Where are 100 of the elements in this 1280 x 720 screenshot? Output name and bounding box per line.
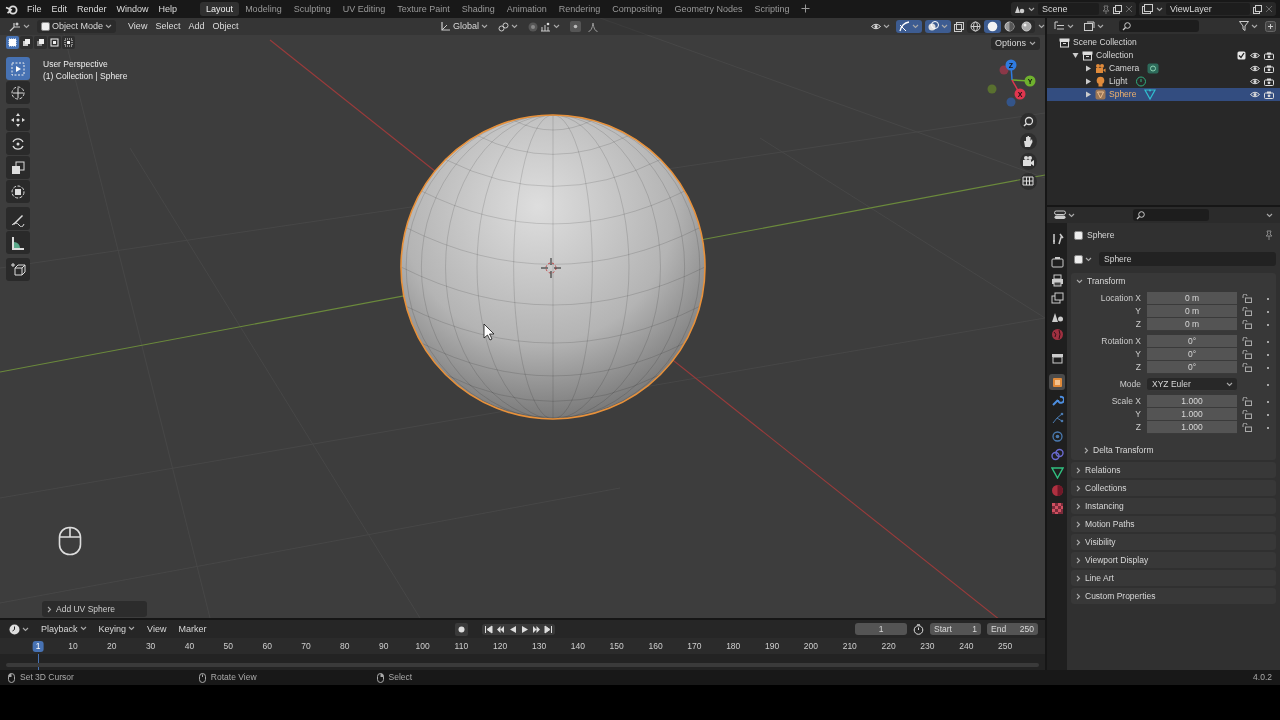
number-field[interactable]: 1.000 [1147, 408, 1237, 421]
outliner-row[interactable]: Scene Collection [1047, 36, 1280, 49]
workspace-tab[interactable]: UV Editing [336, 1, 392, 17]
name-field[interactable]: Sphere [1099, 252, 1276, 266]
hand-icon[interactable] [1020, 133, 1037, 150]
new-collection-icon[interactable] [1265, 20, 1276, 32]
view-layer-selector-name[interactable]: ViewLayer [1166, 3, 1250, 15]
shading-button[interactable] [1001, 20, 1018, 33]
last-operator-panel[interactable]: Add UV Sphere [42, 601, 147, 617]
menu-item[interactable]: Marker [175, 622, 210, 636]
workspace-tab[interactable]: Texture Paint [391, 1, 456, 17]
copy-icon[interactable] [1253, 4, 1262, 14]
zoom-icon[interactable] [1020, 113, 1037, 130]
panel-header[interactable]: Motion Paths [1071, 516, 1276, 532]
play-reverse-icon[interactable] [508, 624, 517, 634]
number-field[interactable]: 0° [1147, 335, 1237, 348]
menu-item[interactable]: Select [151, 21, 185, 32]
outliner-row[interactable]: Light [1047, 75, 1280, 88]
number-field[interactable]: 0 m [1147, 292, 1237, 305]
collapse-arrow-icon[interactable] [1085, 78, 1092, 85]
camera-icon[interactable] [1264, 51, 1274, 60]
scene-selector-name[interactable]: Scene [1038, 3, 1099, 15]
menu-dropdown[interactable]: Playback [38, 622, 90, 636]
lock-icon[interactable] [1242, 294, 1252, 303]
proportional-edit-button[interactable] [567, 20, 584, 33]
current-frame-field[interactable]: 1 [855, 623, 907, 635]
properties-tab[interactable] [1049, 464, 1065, 480]
panel-header[interactable]: Collections [1071, 480, 1276, 496]
number-field[interactable]: 1.000 [1147, 421, 1237, 434]
lock-icon[interactable] [1242, 307, 1252, 316]
camera-icon[interactable] [1264, 90, 1274, 99]
lock-icon[interactable] [1242, 350, 1252, 359]
overlay-dropdown[interactable] [925, 20, 951, 33]
menu-dropdown[interactable]: Keying [95, 622, 139, 636]
orientation-dropdown[interactable]: Global [438, 20, 491, 33]
tool-button[interactable] [6, 231, 30, 254]
properties-tab[interactable] [1049, 290, 1065, 306]
workspace-tab[interactable]: Modeling [239, 1, 288, 17]
properties-tab[interactable] [1049, 272, 1065, 288]
tool-button[interactable] [6, 258, 30, 281]
selection-mode-button[interactable] [34, 36, 47, 49]
tool-button[interactable] [6, 81, 30, 104]
end-frame-field[interactable]: End 250 [987, 623, 1038, 635]
search-field[interactable] [1133, 209, 1209, 221]
camera-icon[interactable] [1020, 153, 1037, 170]
jump-start-icon[interactable] [484, 624, 493, 634]
number-field[interactable]: 0 m [1147, 305, 1237, 318]
selection-mode-button[interactable] [48, 36, 61, 49]
tool-button[interactable] [6, 132, 30, 155]
tool-button[interactable] [6, 156, 30, 179]
outliner-row[interactable]: Collection [1047, 49, 1280, 62]
search-field[interactable] [1119, 20, 1199, 32]
workspace-tab[interactable]: Compositing [606, 1, 669, 17]
lock-icon[interactable] [1242, 337, 1252, 346]
close-icon[interactable] [1265, 5, 1273, 13]
shading-button[interactable] [984, 20, 1001, 33]
options-dropdown[interactable]: Options [990, 37, 1040, 50]
eye-icon[interactable] [1250, 91, 1260, 98]
falloff-icon[interactable] [588, 21, 598, 32]
dropdown-field[interactable]: XYZ Euler [1147, 378, 1237, 391]
collapse-arrow-icon[interactable] [1085, 65, 1092, 72]
menu-item[interactable]: File [22, 3, 47, 15]
lock-icon[interactable] [1242, 320, 1252, 329]
record-icon[interactable] [455, 622, 468, 636]
view-layer-selector[interactable]: ViewLayer [1139, 2, 1276, 16]
mode-dropdown[interactable]: Object Mode [37, 20, 117, 33]
number-field[interactable]: 0° [1147, 361, 1237, 374]
selection-mode-button[interactable] [6, 36, 19, 49]
menu-item[interactable]: Render [72, 3, 112, 15]
workspace-tab[interactable]: Rendering [552, 1, 607, 17]
tool-button[interactable] [6, 207, 30, 230]
next-keyframe-icon[interactable] [532, 624, 541, 634]
number-field[interactable]: 0° [1147, 348, 1237, 361]
tool-button[interactable] [6, 57, 30, 80]
workspace-tab[interactable]: Layout [200, 1, 240, 17]
gizmo-dropdown[interactable] [896, 20, 922, 33]
panel-header[interactable]: Custom Properties [1071, 588, 1276, 604]
selection-mode-button[interactable] [62, 36, 75, 49]
workspace-tab[interactable]: Geometry Nodes [668, 1, 749, 17]
tool-button[interactable] [6, 180, 30, 203]
camera-icon[interactable] [1264, 77, 1274, 86]
outliner-row[interactable]: Camera [1047, 62, 1280, 75]
eye-icon[interactable] [1250, 52, 1260, 59]
expand-arrow-icon[interactable] [1072, 52, 1079, 59]
collapse-arrow-icon[interactable] [1085, 91, 1092, 98]
panel-header[interactable]: Line Art [1071, 570, 1276, 586]
properties-tab[interactable] [1049, 374, 1065, 390]
menu-item[interactable]: Add [184, 21, 209, 32]
number-field[interactable]: 0 m [1147, 318, 1237, 331]
add-icon[interactable] [801, 4, 811, 14]
previous-keyframe-icon[interactable] [496, 624, 505, 634]
lock-icon[interactable] [1242, 363, 1252, 372]
workspace-tab[interactable]: Scripting [748, 1, 796, 17]
menu-item[interactable]: Window [111, 3, 154, 15]
grid-icon[interactable] [1020, 173, 1037, 190]
workspace-tab[interactable]: Shading [455, 1, 501, 17]
properties-tab[interactable] [1049, 254, 1065, 270]
shading-button[interactable] [1018, 20, 1035, 33]
start-frame-field[interactable]: Start 1 [930, 623, 981, 635]
panel-header[interactable]: Viewport Display [1071, 552, 1276, 568]
